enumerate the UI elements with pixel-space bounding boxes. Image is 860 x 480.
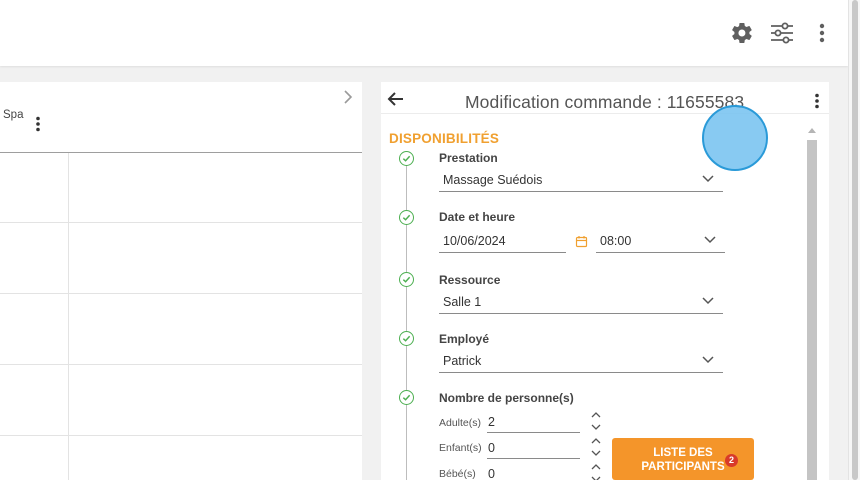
grid-row-line <box>0 364 362 365</box>
employee-label: Employé <box>439 332 490 346</box>
adults-label: Adulte(s) <box>439 417 482 429</box>
time-select[interactable]: 08:00 <box>596 231 725 253</box>
chevron-down-icon <box>702 297 714 305</box>
order-title: Modification commande : 11655583 <box>465 92 745 112</box>
grid-row-line <box>0 435 362 436</box>
more-vert-icon[interactable] <box>809 20 835 46</box>
panel-scrollbar[interactable] <box>805 125 819 480</box>
header-divider <box>0 152 362 153</box>
grid-row-line <box>0 222 362 223</box>
persons-label: Nombre de personne(s) <box>439 391 574 405</box>
check-circle-icon <box>399 210 414 225</box>
grid-row-line <box>0 293 362 294</box>
babies-label: Bébé(s) <box>439 468 476 480</box>
schedule-panel: Spa <box>0 82 362 480</box>
resource-select[interactable]: Salle 1 <box>439 292 723 314</box>
adults-stepper-icon[interactable] <box>590 411 602 431</box>
resource-label: Ressource <box>439 273 501 287</box>
top-toolbar <box>0 0 848 66</box>
date-input[interactable]: 10/06/2024 <box>439 231 566 253</box>
chevron-right-icon[interactable] <box>343 88 353 109</box>
babies-value: 0 <box>488 467 495 480</box>
children-input[interactable]: 0 <box>487 439 580 459</box>
chevron-down-icon <box>704 236 716 244</box>
column-more-icon[interactable] <box>35 116 41 137</box>
time-value: 08:00 <box>600 234 632 248</box>
babies-stepper-icon[interactable] <box>590 463 602 480</box>
step-timeline <box>406 158 407 480</box>
grid-column-divider <box>68 153 69 480</box>
more-vert-icon[interactable] <box>814 93 820 114</box>
check-circle-icon <box>399 390 414 405</box>
check-circle-icon <box>399 272 414 287</box>
prestation-label: Prestation <box>439 151 498 165</box>
children-stepper-icon[interactable] <box>590 437 602 457</box>
scroll-up-icon[interactable] <box>808 128 816 133</box>
touch-indicator <box>702 105 768 171</box>
date-time-label: Date et heure <box>439 210 516 224</box>
page-scrollbar-thumb[interactable] <box>852 0 858 480</box>
participants-count-badge: 2 <box>725 454 738 467</box>
resource-value: Salle 1 <box>443 295 482 309</box>
date-value: 10/06/2024 <box>443 234 506 248</box>
tune-icon[interactable] <box>769 20 795 46</box>
participants-list-button[interactable]: LISTE DES PARTICIPANTS 2 <box>612 438 754 480</box>
employee-select[interactable]: Patrick <box>439 351 723 373</box>
check-circle-icon <box>399 151 414 166</box>
panel-scrollbar-thumb[interactable] <box>807 140 817 480</box>
page-scrollbar[interactable] <box>848 0 860 480</box>
calendar-icon[interactable] <box>575 235 588 248</box>
babies-input[interactable]: 0 <box>487 465 580 480</box>
chevron-down-icon <box>702 356 714 364</box>
prestation-value: Massage Suédois <box>443 173 543 187</box>
arrow-back-icon[interactable] <box>387 90 407 110</box>
adults-input[interactable]: 2 <box>487 413 580 433</box>
check-circle-icon <box>399 331 414 346</box>
chevron-down-icon <box>702 175 714 183</box>
gear-icon[interactable] <box>729 20 755 46</box>
employee-value: Patrick <box>443 354 482 368</box>
adults-value: 2 <box>488 415 495 429</box>
children-label: Enfant(s) <box>439 442 482 454</box>
title-divider <box>381 113 829 114</box>
column-header-spa: Spa <box>3 109 24 121</box>
children-value: 0 <box>488 441 495 455</box>
prestation-select[interactable]: Massage Suédois <box>439 170 723 192</box>
section-heading: DISPONIBILITÉS <box>389 131 500 146</box>
